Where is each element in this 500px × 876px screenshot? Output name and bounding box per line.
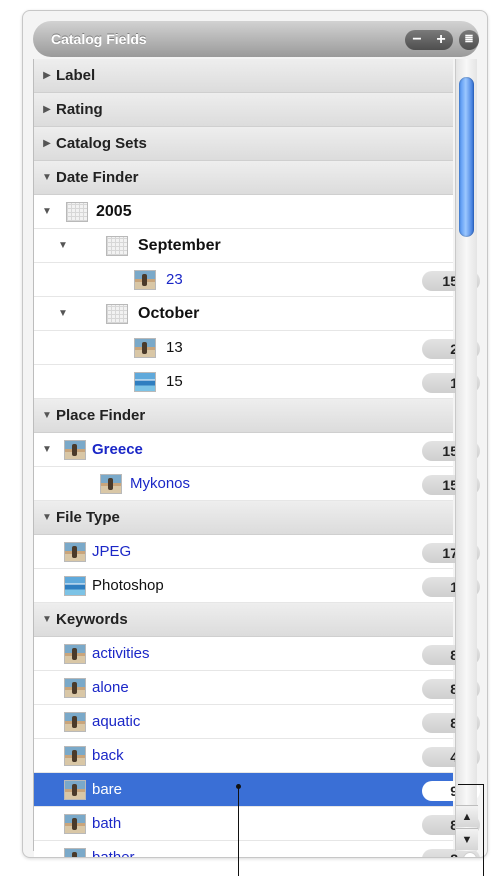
disclosure-triangle-open-icon[interactable]: ▼ — [40, 399, 54, 433]
scroll-up-arrow-icon[interactable]: ▲ — [456, 805, 478, 827]
disclosure-triangle-closed-icon[interactable]: ▶ — [40, 93, 54, 127]
list-item[interactable]: ▼ 2005 — [34, 195, 453, 229]
disclosure-triangle-open-icon[interactable]: ▼ — [40, 501, 54, 535]
list-item[interactable]: 132 — [34, 331, 480, 365]
item-label: Keywords — [56, 611, 128, 628]
callout-line-row — [238, 786, 239, 876]
item-label: JPEG — [92, 543, 132, 560]
photo-thumbnail-icon — [64, 678, 86, 698]
callout-dot-row — [236, 784, 241, 789]
disclosure-triangle-open-icon[interactable]: ▼ — [40, 433, 54, 467]
photo-thumbnail-icon — [64, 712, 86, 732]
item-label: bare — [92, 781, 123, 798]
list-item[interactable]: aquatic8 — [34, 705, 480, 739]
catalog-list: ▶ Label ▶ Rating ▶ Catalog Sets ▼ Date Finder ▼ 2… — [33, 59, 480, 857]
list-item[interactable]: bare9 — [34, 773, 480, 807]
calendar-icon — [106, 304, 128, 324]
disclosure-triangle-open-icon[interactable]: ▼ — [40, 603, 54, 637]
item-label: October — [138, 305, 200, 322]
photo-thumbnail-icon — [134, 372, 156, 392]
item-label: Greece — [92, 441, 143, 458]
list-item[interactable]: Mykonos 15 — [34, 467, 480, 501]
section-header-row[interactable]: ▶ Catalog Sets — [34, 127, 453, 161]
calendar-icon — [106, 236, 128, 256]
panel-title: Catalog Fields — [51, 31, 147, 47]
item-label: Photoshop — [92, 577, 164, 594]
item-label: Place Finder — [56, 407, 146, 424]
photo-thumbnail-icon — [64, 746, 86, 766]
catalog-fields-panel: Catalog Fields − + ≣ ▶ Label ▶ Rating ▶ Catal… — [22, 10, 488, 858]
vertical-scrollbar[interactable]: ▲ ▼ — [455, 59, 478, 851]
panel-menu-icon[interactable]: ≣ — [459, 30, 479, 50]
section-header-row[interactable]: ▼ Keywords — [34, 603, 453, 637]
item-label: back — [92, 747, 124, 764]
photo-thumbnail-icon — [134, 338, 156, 358]
list-item[interactable]: 23 15 — [34, 263, 480, 297]
disclosure-triangle-closed-icon[interactable]: ▶ — [40, 127, 54, 161]
list-item[interactable]: JPEG 17 — [34, 535, 480, 569]
disclosure-triangle-open-icon[interactable]: ▼ — [56, 297, 70, 331]
photo-thumbnail-icon — [64, 542, 86, 562]
inactive-indicator-icon[interactable] — [463, 852, 477, 857]
item-label: 13 — [166, 339, 183, 356]
disclosure-triangle-closed-icon[interactable]: ▶ — [40, 59, 54, 93]
calendar-icon — [66, 202, 88, 222]
item-label: alone — [92, 679, 129, 696]
item-label: Catalog Sets — [56, 135, 147, 152]
disclosure-triangle-open-icon[interactable]: ▼ — [56, 229, 70, 263]
section-header-row[interactable]: ▼ File Type — [34, 501, 453, 535]
item-label: File Type — [56, 509, 120, 526]
remove-button[interactable]: − — [406, 30, 428, 49]
photo-thumbnail-icon — [134, 270, 156, 290]
list-item[interactable]: alone8 — [34, 671, 480, 705]
photo-thumbnail-icon — [64, 780, 86, 800]
list-item[interactable]: ▼ Greece 15 — [34, 433, 480, 467]
item-label: bather — [92, 849, 135, 858]
list-item[interactable]: bather8 — [34, 841, 480, 858]
item-label: aquatic — [92, 713, 141, 730]
disclosure-triangle-open-icon[interactable]: ▼ — [40, 161, 54, 195]
photo-thumbnail-icon — [64, 576, 86, 596]
list-item[interactable]: activities8 — [34, 637, 480, 671]
item-label: 15 — [166, 373, 183, 390]
item-label: activities — [92, 645, 150, 662]
item-label: 2005 — [96, 203, 132, 220]
photo-thumbnail-icon — [100, 474, 122, 494]
add-button[interactable]: + — [430, 30, 452, 49]
section-header-row[interactable]: ▶ Rating — [34, 93, 453, 127]
list-item[interactable]: bath8 — [34, 807, 480, 841]
photo-thumbnail-icon — [64, 440, 86, 460]
callout-line-indicator-h — [458, 784, 484, 785]
list-item[interactable]: ▼ September — [34, 229, 453, 263]
photo-thumbnail-icon — [64, 644, 86, 664]
item-label: Label — [56, 67, 96, 84]
item-label: bath — [92, 815, 122, 832]
scroll-down-arrow-icon[interactable]: ▼ — [456, 828, 478, 850]
list-item[interactable]: back4 — [34, 739, 480, 773]
photo-thumbnail-icon — [64, 848, 86, 857]
list-item[interactable]: ▼ October — [34, 297, 453, 331]
photo-thumbnail-icon — [64, 814, 86, 834]
item-label: Mykonos — [130, 475, 191, 492]
list-item[interactable]: 151 — [34, 365, 480, 399]
item-label: 23 — [166, 271, 183, 288]
section-header-row[interactable]: ▶ Label — [34, 59, 453, 93]
header-minus-plus-buttons: − + — [405, 30, 453, 50]
section-header-row[interactable]: ▼ Date Finder — [34, 161, 453, 195]
item-label: Rating — [56, 101, 103, 118]
callout-line-indicator-v — [483, 784, 484, 876]
list-item[interactable]: Photoshop1 — [34, 569, 480, 603]
section-header-row[interactable]: ▼ Place Finder — [34, 399, 453, 433]
item-label: September — [138, 237, 221, 254]
item-label: Date Finder — [56, 169, 139, 186]
disclosure-triangle-open-icon[interactable]: ▼ — [40, 195, 54, 229]
scrollbar-thumb[interactable] — [459, 77, 474, 237]
